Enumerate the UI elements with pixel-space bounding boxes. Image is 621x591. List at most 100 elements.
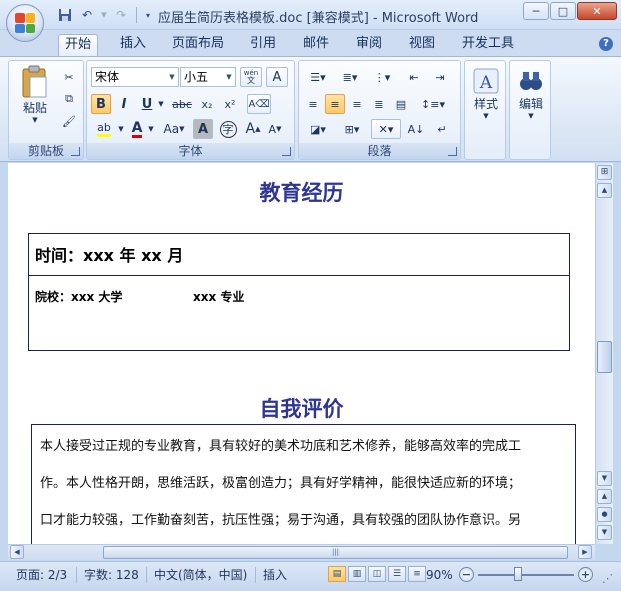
zoom-slider-thumb[interactable]	[514, 567, 522, 581]
text-highlight-button[interactable]: ab	[91, 119, 117, 139]
close-button[interactable]: ✕	[577, 2, 617, 20]
distributed-icon[interactable]: ▤	[391, 94, 411, 114]
tab-mailings[interactable]: 邮件	[297, 34, 335, 56]
char-border-button[interactable]: A	[266, 67, 288, 87]
browse-object-icon[interactable]: ●	[597, 507, 612, 522]
previous-page-icon[interactable]: ▲	[597, 489, 612, 504]
font-size-dropdown-icon[interactable]: ▼	[223, 68, 235, 86]
vertical-scrollbar[interactable]: ⊞ ▲ ▼ ▲ ● ▼	[595, 163, 613, 544]
undo-icon[interactable]: ↶	[78, 6, 96, 24]
vertical-scroll-thumb[interactable]	[597, 341, 612, 373]
grow-font-button[interactable]: A ▲	[243, 119, 263, 139]
next-page-icon[interactable]: ▼	[597, 525, 612, 540]
scroll-right-icon[interactable]: ▶	[578, 545, 592, 559]
paste-button[interactable]: 粘贴 ▼	[15, 65, 55, 124]
zoom-in-icon[interactable]: +	[578, 567, 593, 582]
sort-icon[interactable]: A↓	[405, 119, 427, 139]
self-eval-box[interactable]: 本人接受过正规的专业教育，具有较好的美术功底和艺术修养，能够高效率的完成工 作。…	[31, 424, 576, 544]
office-button[interactable]	[6, 4, 44, 42]
language-indicator[interactable]: 中文(简体，中国)	[154, 567, 247, 583]
help-icon[interactable]: ?	[599, 37, 613, 51]
shrink-font-button[interactable]: A ▼	[265, 119, 285, 139]
customize-qat-icon[interactable]: ▾	[143, 6, 153, 24]
document-page[interactable]: 教育经历 时间：xxx 年 xx 月 院校：xxx 大学 xxx 专业 自我评价…	[8, 163, 595, 544]
highlight-dropdown-icon[interactable]: ▼	[117, 119, 125, 139]
copy-icon[interactable]: ⧉	[59, 89, 79, 109]
bold-button[interactable]: B	[91, 94, 111, 114]
outline-view-icon[interactable]: ☰	[388, 566, 406, 582]
align-left-icon[interactable]: ≡	[303, 94, 323, 114]
tab-review[interactable]: 审阅	[350, 34, 388, 56]
bullets-icon[interactable]: ☰▾	[303, 67, 333, 87]
align-right-icon[interactable]: ≡	[347, 94, 367, 114]
zoom-slider[interactable]	[478, 574, 574, 576]
font-size-combo[interactable]: 小五 ▼	[180, 67, 236, 87]
tab-developer[interactable]: 开发工具	[456, 34, 520, 56]
align-center-icon[interactable]: ≡	[325, 94, 345, 114]
subscript-button[interactable]: x₂	[197, 94, 217, 114]
superscript-button[interactable]: x²	[220, 94, 240, 114]
word-count[interactable]: 字数: 128	[84, 567, 139, 583]
maximize-button[interactable]: □	[550, 2, 576, 20]
scroll-left-icon[interactable]: ◀	[10, 545, 24, 559]
tab-page-layout[interactable]: 页面布局	[166, 34, 230, 56]
numbering-icon[interactable]: ≣▾	[335, 67, 365, 87]
redo-icon[interactable]: ↷	[112, 6, 130, 24]
tab-view[interactable]: 视图	[403, 34, 441, 56]
decrease-indent-icon[interactable]: ⇤	[403, 67, 425, 87]
horizontal-scroll-thumb[interactable]: |||	[103, 546, 568, 559]
underline-button[interactable]: U	[137, 94, 157, 114]
enclose-chars-button[interactable]: 字	[217, 119, 239, 139]
minimize-button[interactable]: ─	[523, 2, 549, 20]
justify-icon[interactable]: ≣	[369, 94, 389, 114]
horizontal-scrollbar[interactable]: ◀ ||| ▶	[8, 544, 595, 560]
multilevel-list-icon[interactable]: ⋮▾	[367, 67, 397, 87]
borders-icon[interactable]: ⊞▾	[337, 119, 367, 139]
font-group-label: 字体	[87, 143, 294, 159]
line-spacing-icon[interactable]: ↕≡▾	[417, 94, 449, 114]
scroll-down-icon[interactable]: ▼	[597, 471, 612, 486]
scroll-up-icon[interactable]: ▲	[597, 183, 612, 198]
edu-time-cell[interactable]: 时间：xxx 年 xx 月	[29, 234, 569, 276]
italic-button[interactable]: I	[114, 94, 134, 114]
draft-view-icon[interactable]: ≡	[408, 566, 426, 582]
edu-school-cell[interactable]: 院校：xxx 大学 xxx 专业	[29, 276, 569, 317]
font-color-dropdown-icon[interactable]: ▼	[147, 119, 155, 139]
underline-dropdown-icon[interactable]: ▼	[157, 94, 165, 114]
chinese-layout-icon[interactable]: ✕▾	[371, 119, 401, 139]
phonetic-guide-button[interactable]: wén 文	[240, 67, 262, 87]
page-count[interactable]: 页面: 2/3	[16, 567, 67, 583]
font-launcher-icon[interactable]	[282, 147, 291, 156]
insert-mode[interactable]: 插入	[263, 567, 287, 583]
zoom-out-icon[interactable]: −	[459, 567, 474, 582]
font-name-combo[interactable]: 宋体 ▼	[91, 67, 179, 87]
web-layout-icon[interactable]: ◫	[368, 566, 386, 582]
increase-indent-icon[interactable]: ⇥	[429, 67, 451, 87]
resize-grip-icon[interactable]: ⋰	[602, 572, 613, 585]
ruler-toggle-icon[interactable]: ⊞	[597, 165, 612, 180]
font-name-dropdown-icon[interactable]: ▼	[166, 68, 178, 86]
tab-insert[interactable]: 插入	[114, 34, 152, 56]
education-heading: 教育经历	[259, 181, 344, 205]
tab-references[interactable]: 引用	[244, 34, 282, 56]
clear-formatting-icon[interactable]: A⌫	[247, 94, 271, 114]
strikethrough-button[interactable]: abc	[169, 94, 195, 114]
char-shading-button[interactable]: A	[193, 119, 213, 139]
save-icon[interactable]	[56, 6, 74, 24]
styles-button[interactable]: A 样式 ▼	[467, 67, 505, 120]
undo-dropdown-icon[interactable]: ▼	[100, 6, 108, 24]
clipboard-launcher-icon[interactable]	[71, 147, 80, 156]
zoom-level[interactable]: 90%	[426, 567, 453, 583]
format-painter-icon[interactable]: 🖌	[59, 111, 79, 131]
show-formatting-icon[interactable]: ↵	[431, 119, 453, 139]
font-color-button[interactable]: A	[127, 119, 147, 139]
cut-icon[interactable]: ✂	[59, 67, 79, 87]
change-case-button[interactable]: Aa ▼	[159, 119, 189, 139]
print-layout-view-icon[interactable]: ▤	[328, 566, 346, 582]
paste-dropdown-icon[interactable]: ▼	[32, 116, 37, 124]
editing-button[interactable]: 编辑 ▼	[512, 67, 550, 120]
paragraph-launcher-icon[interactable]	[448, 147, 457, 156]
tab-home[interactable]: 开始	[58, 34, 99, 57]
full-screen-reading-icon[interactable]: ▥	[348, 566, 366, 582]
shading-icon[interactable]: ◪▾	[303, 119, 333, 139]
